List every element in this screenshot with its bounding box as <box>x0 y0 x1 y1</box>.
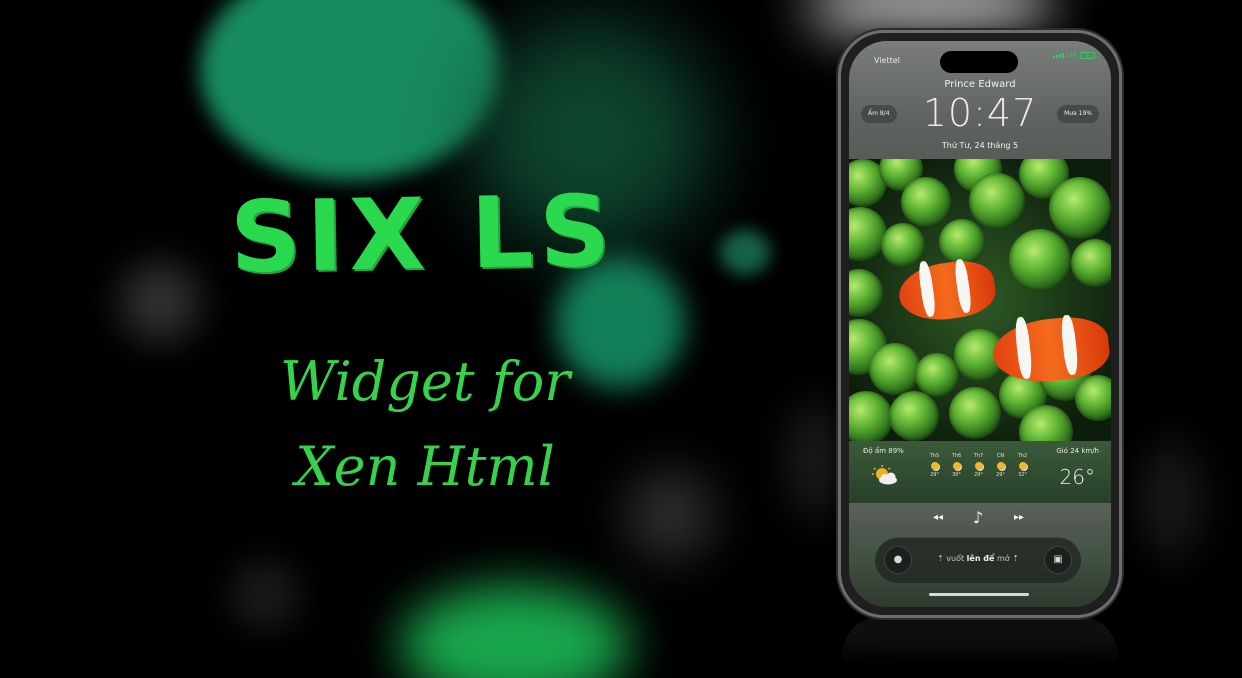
fast-forward-icon[interactable]: ▸▸ <box>1014 512 1024 523</box>
swipe-unlock-bar[interactable]: ● ⇡ vuốt lên để mở ⇡ ▣ <box>875 537 1081 583</box>
anemone <box>969 173 1025 229</box>
anemone <box>869 343 921 395</box>
sun-icon <box>952 462 961 470</box>
sun-icon <box>996 462 1005 470</box>
sun-icon <box>930 462 939 470</box>
promo-subtitle-line1: Widget for <box>279 350 571 413</box>
bokeh-light <box>400 585 630 678</box>
carrier-label: Viettel <box>874 56 900 65</box>
swipe-hint: ⇡ vuốt lên để mở ⇡ <box>937 554 1019 563</box>
anemone <box>1071 239 1111 287</box>
home-indicator[interactable] <box>929 593 1029 596</box>
promo-title: SIX LS <box>229 174 617 296</box>
anemone <box>901 177 951 227</box>
forecast-day: CN 29° <box>996 453 1005 478</box>
sun-cloud-icon <box>872 465 897 485</box>
bokeh-light <box>1140 440 1200 560</box>
bokeh-light <box>720 230 770 275</box>
phone-mockup: Prince Edward 10:47 Thứ Tư, 24 tháng 5 Ấ… <box>838 30 1122 618</box>
sun-icon <box>974 462 983 470</box>
anemone <box>915 353 959 397</box>
forecast-day: Th7 29° <box>973 453 984 478</box>
anemone <box>849 391 893 441</box>
forecast-day: Th5 29° <box>929 453 940 478</box>
network-label: LTE <box>1067 52 1077 59</box>
anemone <box>1049 177 1111 239</box>
music-controls: ◂◂ ♪ ▸▸ <box>849 503 1111 537</box>
date-label: Thứ Tư, 24 tháng 5 <box>941 141 1019 150</box>
phone-reflection <box>842 616 1118 678</box>
forecast-day: Th6 30° <box>951 453 962 478</box>
bokeh-light <box>200 0 500 180</box>
camera-icon[interactable]: ▣ <box>1044 546 1072 574</box>
status-icons: LTE 6 <box>1053 52 1095 59</box>
left-info-pill[interactable]: Ấm 8/4 <box>861 105 897 123</box>
anemone <box>889 391 939 441</box>
clownfish <box>990 309 1111 389</box>
bokeh-light <box>625 470 715 560</box>
status-bar: Viettel LTE 6 <box>849 52 1111 68</box>
anemone <box>949 387 1001 439</box>
weather-widget[interactable]: Độ ẩm 89% Gió 24 km/h Th5 29° Th6 30° Th… <box>849 441 1111 503</box>
bokeh-light <box>230 560 300 630</box>
forecast-day: Th2 32° <box>1017 453 1028 478</box>
battery-icon: 6 <box>1080 52 1095 59</box>
signal-icon <box>1053 53 1065 58</box>
sun-icon <box>1018 462 1027 470</box>
right-info-pill[interactable]: Mưa 19% <box>1057 105 1099 123</box>
rewind-icon[interactable]: ◂◂ <box>933 512 943 523</box>
wind-label: Gió 24 km/h <box>1056 447 1099 455</box>
wallpaper-clownfish <box>849 159 1111 441</box>
forecast-row: Th5 29° Th6 30° Th7 29° CN 29° Th2 32° <box>927 453 1030 478</box>
location-label: Prince Edward <box>944 79 1016 90</box>
bokeh-light <box>120 262 200 342</box>
current-temperature: 26° <box>1059 465 1095 489</box>
music-note-icon[interactable]: ♪ <box>973 508 983 527</box>
unlock-dock: ● ⇡ vuốt lên để mở ⇡ ▣ <box>849 537 1111 607</box>
humidity-label: Độ ẩm 89% <box>863 447 904 455</box>
lock-screen: Prince Edward 10:47 Thứ Tư, 24 tháng 5 Ấ… <box>849 41 1111 607</box>
anemone <box>1009 229 1071 291</box>
anemone <box>849 207 887 261</box>
promo-subtitle-line2: Xen Html <box>295 435 555 498</box>
flashlight-icon[interactable]: ● <box>884 546 912 574</box>
anemone <box>849 269 883 317</box>
status-right: LTE 6 <box>1053 52 1095 59</box>
